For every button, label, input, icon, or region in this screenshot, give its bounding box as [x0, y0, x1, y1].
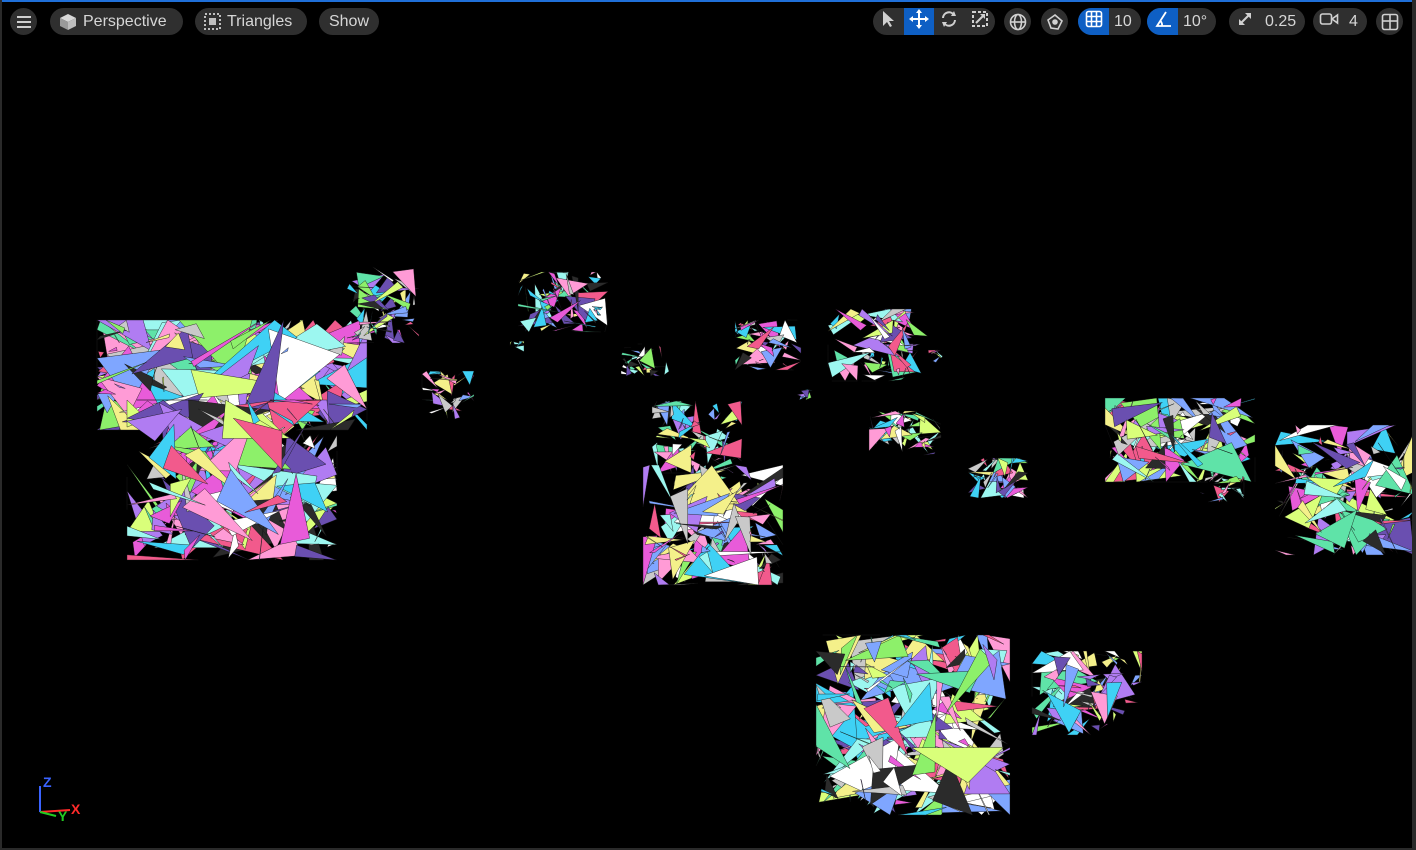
floating-island-mesh[interactable]: [620, 343, 670, 377]
floating-island-mesh[interactable]: [1274, 424, 1416, 556]
floating-island-mesh[interactable]: [1031, 650, 1143, 736]
viewport-border-right: [1412, 0, 1416, 850]
floating-island-mesh[interactable]: [642, 464, 784, 586]
transform-tools-group: [873, 8, 995, 35]
camera-speed-value[interactable]: 4: [1344, 13, 1367, 31]
axis-gizmo: Z Y X: [34, 772, 86, 826]
floating-island-mesh[interactable]: [1104, 397, 1256, 483]
dotted-square-icon: [204, 13, 221, 30]
rotation-snap-value[interactable]: 10°: [1178, 13, 1216, 31]
viewport-layout-button[interactable]: [1376, 8, 1403, 35]
grid-icon: [1085, 10, 1103, 33]
surface-snapping-toggle[interactable]: [1041, 8, 1068, 35]
axis-z-label: Z: [43, 774, 52, 790]
view-mode-label: Perspective: [83, 12, 167, 30]
scale-tool-button[interactable]: [965, 8, 996, 35]
scene-canvas[interactable]: [0, 0, 1416, 850]
floating-island-mesh[interactable]: [967, 457, 1029, 499]
floating-island-mesh[interactable]: [827, 308, 929, 382]
viewport-border-left: [0, 0, 2, 850]
floating-island-mesh[interactable]: [346, 266, 420, 344]
rotate-tool-button[interactable]: [934, 8, 965, 35]
show-menu-label: Show: [328, 12, 370, 30]
rotation-snap-group: 10°: [1147, 8, 1217, 35]
globe-icon: [1009, 13, 1027, 31]
axis-y-label: Y: [58, 808, 68, 824]
floating-island-mesh[interactable]: [509, 340, 525, 352]
camera-speed-button[interactable]: [1313, 8, 1344, 35]
grid-snap-toggle[interactable]: [1078, 8, 1109, 35]
floating-island-mesh[interactable]: [517, 271, 609, 333]
grid-snap-group: 10: [1078, 8, 1141, 35]
surface-snap-icon: [1046, 13, 1064, 31]
floating-island-mesh[interactable]: [927, 349, 944, 363]
scale-snap-value[interactable]: 0.25: [1260, 13, 1305, 31]
viewport-focus-border: [0, 0, 1416, 2]
scale-arrow-icon: [1237, 11, 1253, 32]
viewport-layout-icon: [1381, 13, 1399, 31]
scale-icon: [971, 10, 989, 33]
rotation-snap-toggle[interactable]: [1147, 8, 1178, 35]
camera-icon: [1319, 11, 1339, 32]
hamburger-icon: [16, 15, 31, 28]
camera-speed-group[interactable]: 4: [1313, 8, 1367, 35]
floating-island-mesh[interactable]: [651, 400, 743, 474]
floating-island-mesh[interactable]: [868, 410, 942, 456]
view-show-label: Triangles: [227, 12, 293, 30]
floating-island-mesh[interactable]: [796, 389, 813, 401]
select-tool-button[interactable]: [873, 8, 904, 35]
axis-x-label: X: [71, 801, 81, 817]
scale-snap-group: 0.25: [1229, 8, 1306, 35]
floating-island-mesh[interactable]: [421, 370, 475, 420]
angle-icon: [1154, 10, 1172, 33]
cube-icon: [59, 13, 77, 31]
view-mode-dropdown[interactable]: Perspective: [50, 8, 183, 35]
world-local-toggle[interactable]: [1004, 8, 1031, 35]
move-icon: [908, 9, 929, 34]
show-menu-button[interactable]: Show: [319, 8, 379, 35]
floating-island-mesh[interactable]: [1199, 473, 1245, 503]
3d-viewport[interactable]: [0, 0, 1416, 850]
grid-snap-value[interactable]: 10: [1109, 13, 1141, 31]
floating-island-mesh[interactable]: [815, 634, 1011, 816]
viewport-menu-button[interactable]: [10, 8, 37, 35]
select-arrow-icon: [881, 10, 895, 33]
move-tool-button[interactable]: [903, 8, 934, 35]
view-show-dropdown[interactable]: Triangles: [195, 8, 307, 35]
rotate-icon: [940, 10, 958, 33]
scale-snap-toggle[interactable]: [1229, 8, 1260, 35]
floating-island-mesh[interactable]: [734, 319, 802, 371]
